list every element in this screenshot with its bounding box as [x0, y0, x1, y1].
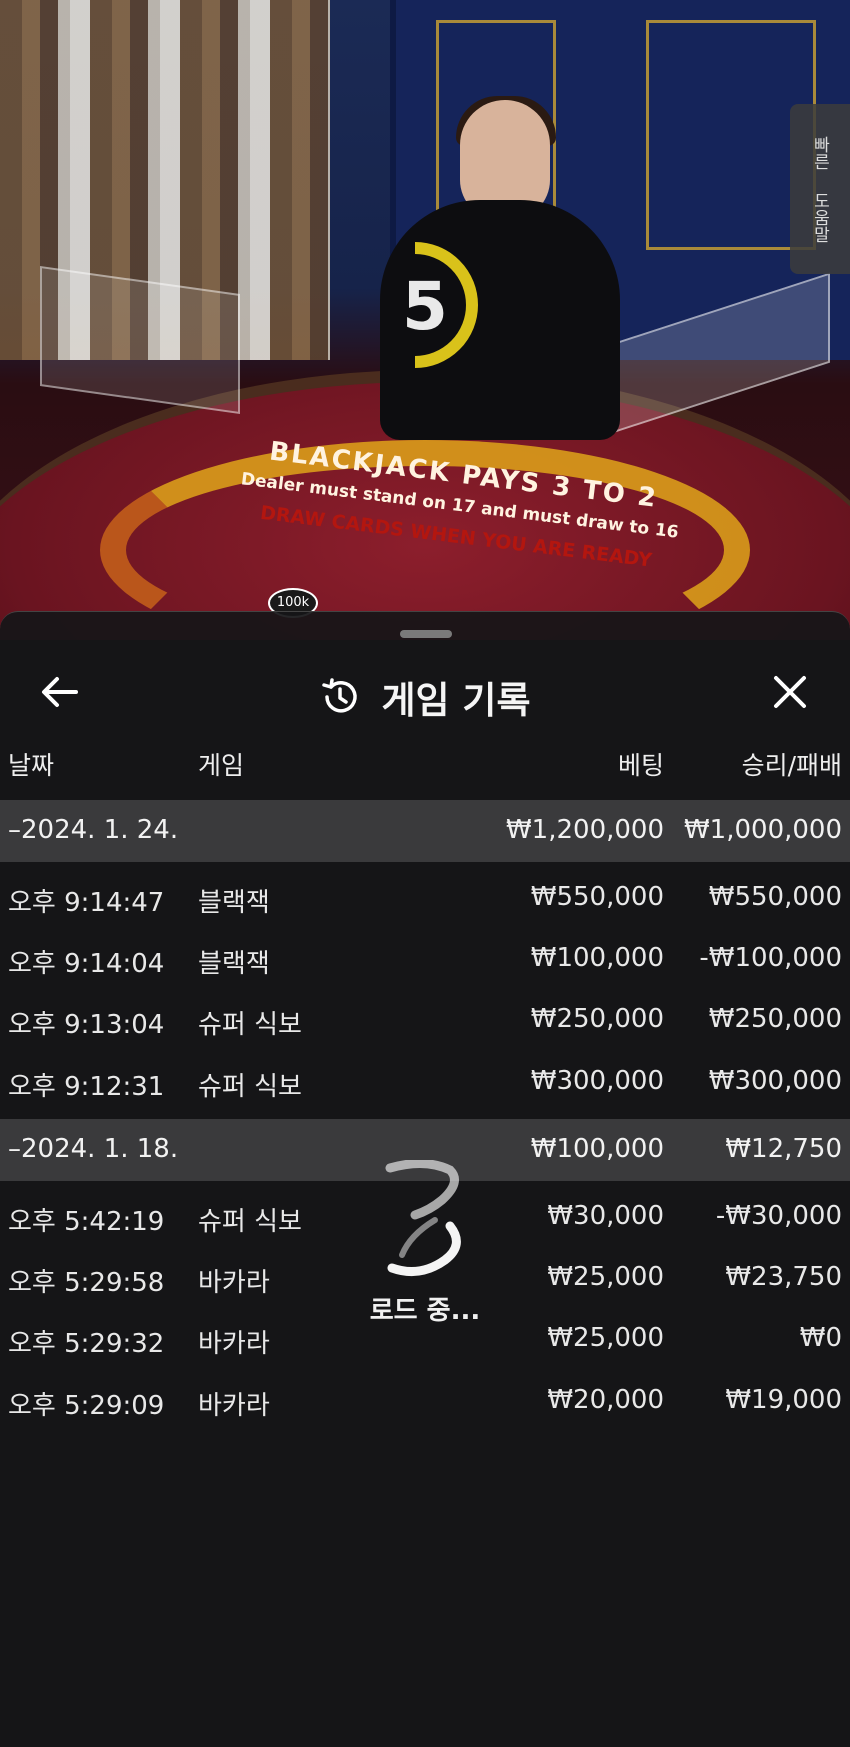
panel-title: 게임 기록: [381, 679, 531, 722]
panel-title-group: 게임 기록: [0, 670, 850, 724]
group-win-total: ₩1,000,000: [683, 815, 842, 845]
row-result: -₩30,000: [715, 1201, 842, 1231]
row-game: 바카라: [198, 1391, 270, 1421]
table-row[interactable]: 오후 9:14:47 블랙잭 ₩550,000 ₩550,000: [0, 868, 850, 929]
row-bet: ₩300,000: [530, 1066, 664, 1096]
loading-text: 로드 중...: [369, 1296, 481, 1326]
row-time: 오후 5:29:09: [8, 1391, 165, 1421]
row-time: 오후 9:12:31: [8, 1072, 165, 1102]
row-result: -₩100,000: [699, 943, 842, 973]
col-game: 게임: [198, 751, 245, 780]
row-bet: ₩20,000: [547, 1385, 664, 1415]
row-time: 오후 5:29:32: [8, 1329, 165, 1359]
panel-header: 게임 기록: [0, 652, 850, 732]
timer-count: 5: [402, 268, 448, 345]
row-bet: ₩250,000: [530, 1004, 664, 1034]
row-game: 바카라: [198, 1329, 270, 1359]
row-bet: ₩100,000: [530, 943, 664, 973]
row-game: 슈퍼 식보: [198, 1072, 302, 1102]
loading-indicator: 로드 중...: [340, 1160, 510, 1360]
row-time: 오후 9:14:47: [8, 888, 165, 918]
row-result: ₩23,750: [725, 1262, 842, 1292]
row-game: 바카라: [198, 1268, 270, 1298]
date-group-header[interactable]: –2024. 1. 24. ₩1,200,000 ₩1,000,000: [0, 800, 850, 862]
history-clock-icon: [322, 678, 358, 713]
row-time: 오후 9:14:04: [8, 949, 165, 979]
row-game: 슈퍼 식보: [198, 1010, 302, 1040]
row-bet: ₩550,000: [530, 882, 664, 912]
row-time: 오후 5:29:58: [8, 1268, 165, 1298]
table-row[interactable]: 오후 9:13:04 슈퍼 식보 ₩250,000 ₩250,000: [0, 990, 850, 1051]
row-result: ₩550,000: [708, 882, 842, 912]
row-result: ₩0: [799, 1323, 842, 1353]
row-game: 블랙잭: [198, 949, 270, 979]
spinner-logo-icon: [385, 1160, 461, 1277]
row-result: ₩300,000: [708, 1066, 842, 1096]
drag-handle[interactable]: [400, 630, 452, 638]
row-time: 오후 9:13:04: [8, 1010, 165, 1040]
row-bet: ₩25,000: [547, 1323, 664, 1353]
close-button[interactable]: [764, 666, 816, 718]
table-row[interactable]: 오후 9:14:04 블랙잭 ₩100,000 -₩100,000: [0, 929, 850, 990]
row-bet: ₩30,000: [547, 1201, 664, 1231]
group-win-total: ₩12,750: [725, 1134, 842, 1164]
table-header: 날짜 게임 베팅 승리/패배: [0, 746, 850, 796]
group-date: –2024. 1. 24.: [8, 815, 179, 845]
row-bet: ₩25,000: [547, 1262, 664, 1292]
help-tab-line2: 도움말: [809, 191, 830, 243]
row-game: 블랙잭: [198, 888, 270, 918]
help-tab-line1: 빠른: [809, 135, 830, 170]
row-result: ₩19,000: [725, 1385, 842, 1415]
table-row[interactable]: 오후 9:12:31 슈퍼 식보 ₩300,000 ₩300,000: [0, 1052, 850, 1113]
table-row[interactable]: 오후 5:29:09 바카라 ₩20,000 ₩19,000: [0, 1371, 850, 1432]
group-date: –2024. 1. 18.: [8, 1134, 179, 1164]
live-video-scene: BLACKJACK PAYS 3 TO 2 Dealer must stand …: [0, 0, 850, 640]
close-icon: [774, 676, 806, 708]
row-time: 오후 5:42:19: [8, 1207, 165, 1237]
row-result: ₩250,000: [708, 1004, 842, 1034]
col-date: 날짜: [8, 751, 55, 780]
row-game: 슈퍼 식보: [198, 1207, 302, 1237]
quick-help-tab[interactable]: 빠른 도움말: [790, 104, 850, 274]
col-win-loss: 승리/패배: [741, 751, 842, 780]
group-bet-total: ₩100,000: [530, 1134, 664, 1164]
group-bet-total: ₩1,200,000: [505, 815, 664, 845]
bet-timer: 5: [395, 240, 495, 370]
col-bet: 베팅: [617, 751, 664, 780]
